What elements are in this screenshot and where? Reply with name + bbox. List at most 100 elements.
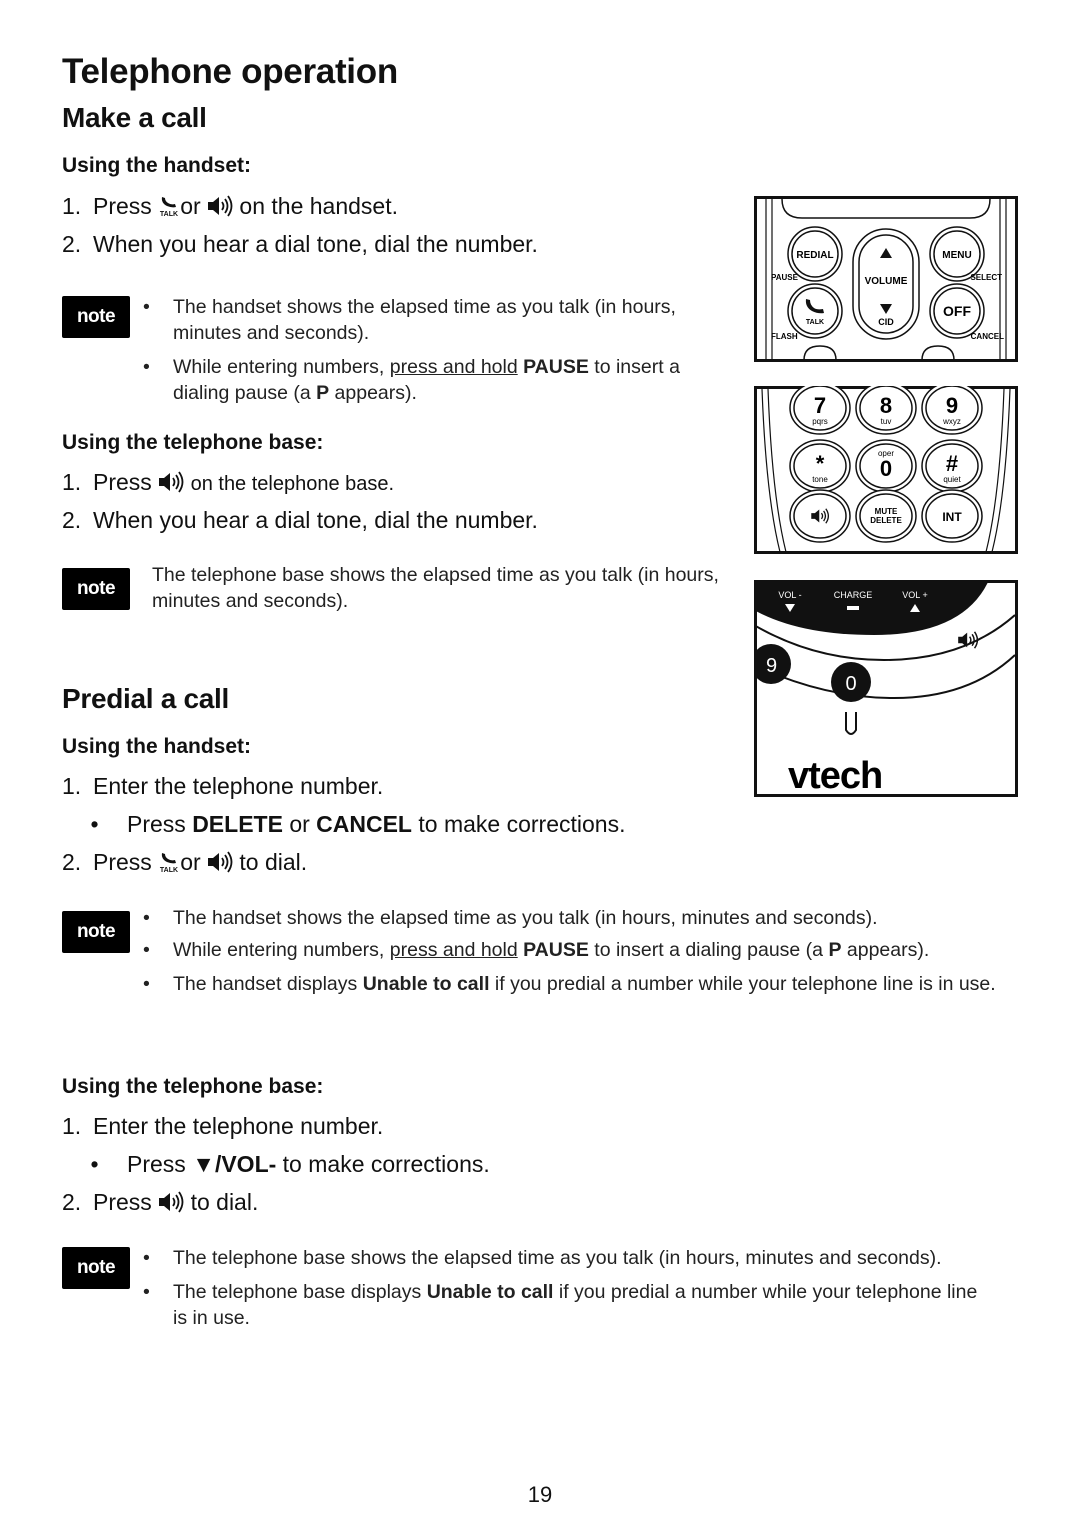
vol-minus-label: VOL - xyxy=(778,590,801,600)
step-text: Press xyxy=(93,849,152,875)
note-text: appears). xyxy=(334,382,417,404)
note-item: • The telephone base displays Unable to c… xyxy=(143,1279,993,1331)
section-heading-predial: Predial a call xyxy=(62,683,230,714)
bullet: • xyxy=(143,939,150,961)
talk-icon xyxy=(158,195,180,217)
key-label: VOLUME xyxy=(865,276,908,287)
page-number: 19 xyxy=(527,1482,553,1507)
step-text: to dial. xyxy=(190,1189,259,1215)
substep-corrections: • Press ▼/VOL- to make corrections. xyxy=(62,1150,489,1178)
step-dial-number: 2. When you hear a dial tone, dial the nu… xyxy=(62,230,538,258)
note-text: The telephone base shows the elapsed tim… xyxy=(152,564,719,612)
charge-label: CHARGE xyxy=(834,590,873,600)
step-number: 2. xyxy=(62,1189,82,1215)
note-underline: press and hold xyxy=(389,356,518,378)
speaker-icon xyxy=(158,1191,184,1213)
key-sublabel: PAUSE xyxy=(771,273,799,282)
note-bold: P xyxy=(828,939,842,961)
note-list: • The handset shows the elapsed time as y… xyxy=(143,294,713,414)
key-label: 7 xyxy=(814,393,826,418)
step-text: or xyxy=(289,811,310,837)
note-bold: PAUSE xyxy=(523,939,589,961)
section-heading-make-a-call: Make a call xyxy=(62,102,207,133)
note-text: The handset shows the elapsed time as yo… xyxy=(173,907,878,929)
step-text: or xyxy=(180,849,201,875)
key-label: INT xyxy=(942,510,962,524)
vol-plus-label: VOL + xyxy=(902,590,927,600)
bullet: • xyxy=(143,356,150,378)
key-label: TALK xyxy=(806,319,824,326)
note-bold: P xyxy=(316,382,330,404)
keypad-key-0: oper0 xyxy=(855,439,917,493)
key-sublabel: FLASH xyxy=(771,332,798,341)
subheading-using-base: Using the telephone base: xyxy=(62,431,324,454)
key-name: CANCEL xyxy=(316,811,412,837)
key-sublabel: quiet xyxy=(943,475,961,484)
vtech-logo: vtech xyxy=(788,755,882,797)
note-badge: note xyxy=(62,1247,130,1289)
key-sublabel: wxyz xyxy=(942,417,961,426)
handset-top-illustration: REDIAL PAUSE TALK FLASH VOLUME CID MENU … xyxy=(754,196,1018,362)
note-text: if you predial a number while your telep… xyxy=(494,973,996,995)
key-sublabel: tuv xyxy=(881,417,892,426)
bullet: • xyxy=(143,296,150,318)
step-number: 1. xyxy=(62,469,82,495)
step-press-talk: 1. Press or on the handset. xyxy=(62,192,398,220)
key-sublabel: pqrs xyxy=(812,417,828,426)
bullet: • xyxy=(143,973,150,995)
step-text: Press xyxy=(93,193,152,219)
keypad-key-7: 7pqrs xyxy=(789,386,851,435)
note-badge: note xyxy=(62,568,130,610)
step-number: 2. xyxy=(62,507,82,533)
charge-indicator-icon xyxy=(847,606,859,610)
key-label: CID xyxy=(878,317,894,327)
note-badge: note xyxy=(62,911,130,953)
subheading-using-base: Using the telephone base: xyxy=(62,1075,324,1098)
key-label: DELETE xyxy=(870,516,902,525)
note-item: • The handset shows the elapsed time as y… xyxy=(143,294,713,346)
key-label: * xyxy=(816,451,825,476)
int-key: INT xyxy=(921,489,983,543)
key-label: 9 xyxy=(946,393,958,418)
note-text: While entering numbers, xyxy=(173,939,385,961)
key-label: 8 xyxy=(880,393,892,418)
key-sublabel: CANCEL xyxy=(971,332,1004,341)
step-number: 1. xyxy=(62,193,82,219)
keypad-key-pound: #quiet xyxy=(921,439,983,493)
base-illustration: VOL - CHARGE VOL + 9 0 vtech xyxy=(754,580,1018,797)
keypad-key-star: *tone xyxy=(789,439,851,493)
note-list: • The telephone base shows the elapsed ti… xyxy=(143,1245,993,1339)
keypad-key-9: 9wxyz xyxy=(921,386,983,435)
step-press-to-dial: 2. Press or to dial. xyxy=(62,848,307,876)
note-text: to insert a dialing pause (a xyxy=(594,939,824,961)
bullet: • xyxy=(143,907,150,929)
note-text: The handset shows the elapsed time as yo… xyxy=(173,296,676,344)
key-label: 0 xyxy=(880,456,892,481)
note-bold: PAUSE xyxy=(523,356,589,378)
key-9: 9 xyxy=(766,655,777,677)
step-number: 2. xyxy=(62,231,82,257)
step-enter-number: 1. Enter the telephone number. xyxy=(62,1112,383,1140)
step-text: Enter the telephone number. xyxy=(93,1113,384,1139)
step-text: Press xyxy=(93,1189,152,1215)
talk-key: TALK xyxy=(787,283,843,339)
speaker-icon xyxy=(207,195,233,217)
key-sublabel: tone xyxy=(812,475,828,484)
off-key: OFF xyxy=(929,283,985,339)
key-name: DELETE xyxy=(192,811,283,837)
key-sublabel: SELECT xyxy=(970,273,1002,282)
page-title: Telephone operation xyxy=(62,52,398,91)
bullet: • xyxy=(143,1247,150,1269)
note-underline: press and hold xyxy=(389,939,518,961)
key-label: MUTE xyxy=(875,507,898,516)
key-name: ▼/VOL- xyxy=(192,1151,277,1177)
note-badge: note xyxy=(62,296,130,338)
note-item: • While entering numbers, press and hold … xyxy=(143,354,713,406)
step-press-to-dial: 2. Press to dial. xyxy=(62,1188,258,1216)
step-enter-number: 1. Enter the telephone number. xyxy=(62,772,383,800)
note-item: • The handset displays Unable to call if … xyxy=(143,971,1023,997)
mute-delete-key: MUTEDELETE xyxy=(855,489,917,543)
bullet: • xyxy=(143,1281,150,1303)
speaker-key xyxy=(789,489,851,543)
note-list: • The handset shows the elapsed time as y… xyxy=(143,905,1023,1005)
